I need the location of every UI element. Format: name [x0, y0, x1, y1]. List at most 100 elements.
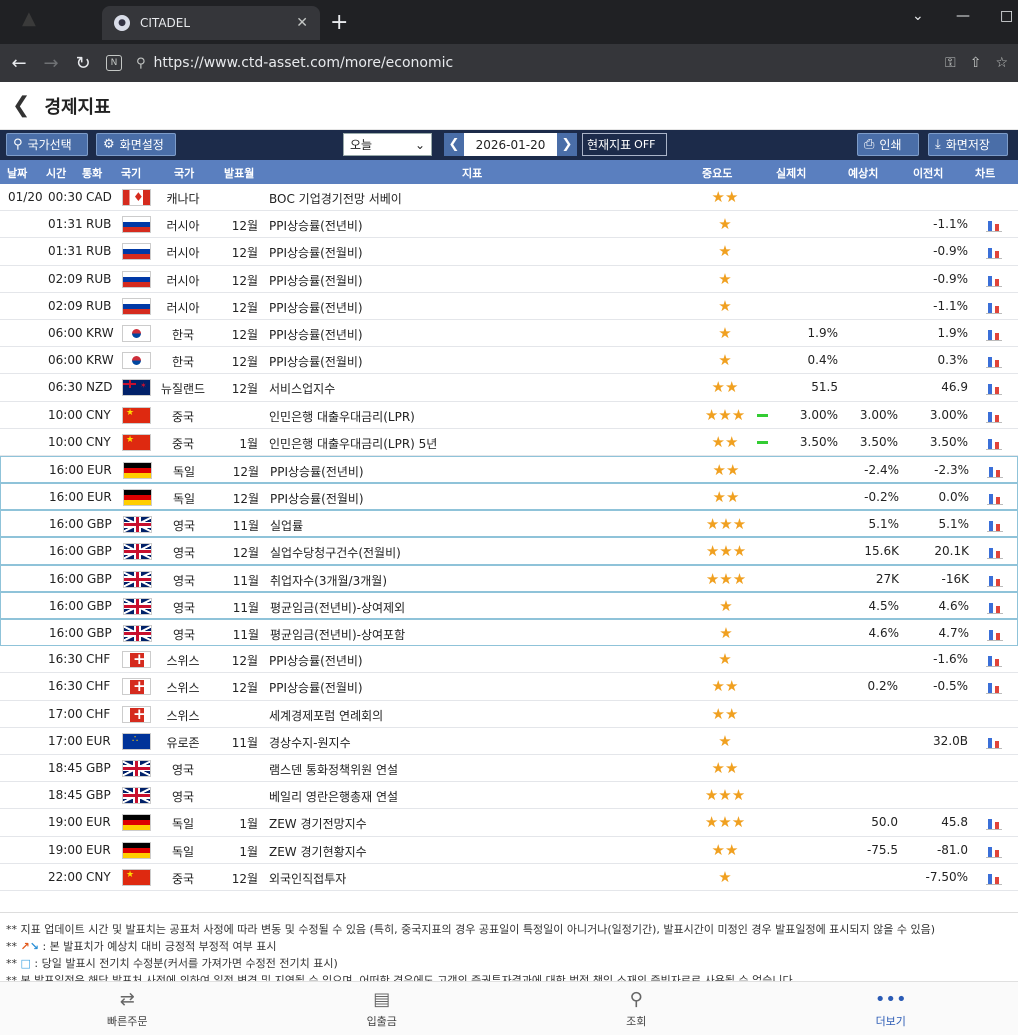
tab-search-icon[interactable]: ⌄ — [912, 8, 924, 24]
row-country: 영국 — [171, 762, 195, 777]
chart-icon[interactable] — [986, 869, 1004, 886]
close-tab-icon[interactable]: ✕ — [296, 15, 308, 31]
table-row[interactable]: 16:00 GBP 영국 12월 실업수당청구건수(전월비) ★★★ 15.6K 20.1K — [0, 537, 1018, 565]
table-row[interactable]: 16:30CHF 스위스 12월 PPI상승률(전년비) ★ -1.6% — [0, 646, 1018, 674]
page-back-icon[interactable]: ❮ — [12, 93, 30, 118]
row-indicator: PPI상승률(전년비) — [269, 654, 363, 669]
chart-icon[interactable] — [987, 462, 1005, 479]
table-row[interactable]: 06:00 KRW 한국 12월 PPI상승률(전월비) ★ 0.4% 0.3% — [0, 347, 1018, 375]
table-row[interactable]: 16:00 GBP 영국 11월 평균임금(전년비)-상여제외 ★ 4.5% 4.6% — [0, 591, 1018, 619]
row-month: 12월 — [231, 382, 258, 397]
screen-settings-button[interactable]: ⚙ 화면설정 — [96, 133, 176, 156]
chart-icon[interactable] — [986, 352, 1004, 369]
table-row[interactable]: 19:00 EUR 독일 1월 ZEW 경기현황지수 ★★ -75.5 -81.0 — [0, 837, 1018, 864]
table-row[interactable]: 10:00CNY 중국 1월 인민은행 대출우대금리(LPR) 5년 ★★ 3.50% 3.… — [0, 429, 1018, 456]
nav-inquiry[interactable]: ⚲ 조회 — [509, 982, 764, 1035]
chart-icon[interactable] — [986, 271, 1004, 288]
row-country: 유로존 — [166, 735, 200, 750]
row-indicator: 베일리 영란은행총재 연설 — [269, 790, 399, 805]
site-info-icon[interactable]: ⚲ — [136, 56, 146, 71]
table-row[interactable]: 18:45 GBP 영국 램스덴 통화정책위원 연설 ★★ — [0, 755, 1018, 783]
key-icon[interactable]: ⚿ — [945, 55, 956, 71]
table-row[interactable]: 16:00 GBP 영국 11월 취업자수(3개월/3개월) ★★★ 27K -16K — [0, 564, 1018, 592]
chart-icon[interactable] — [986, 678, 1004, 695]
chart-icon[interactable] — [987, 598, 1005, 615]
maximize-icon[interactable]: □ — [1000, 8, 1013, 24]
row-country: 영국 — [172, 573, 196, 588]
reload-icon[interactable]: ↻ — [74, 53, 92, 74]
extension-n-icon[interactable]: N — [106, 55, 122, 71]
table-row[interactable]: 19:00 EUR 독일 1월 ZEW 경기전망지수 ★★★ 50.0 45.8 — [0, 809, 1018, 837]
chart-icon[interactable] — [986, 434, 1004, 451]
table-row[interactable]: 16:00 GBP 영국 11월 실업률 ★★★ 5.1% 5.1% — [0, 510, 1018, 538]
header-month: 발표월 — [224, 167, 255, 180]
row-currency: CAD — [86, 190, 112, 204]
url-field[interactable]: https://www.ctd-asset.com/more/economic — [154, 55, 932, 71]
row-time: 10:00 — [48, 407, 83, 422]
chart-icon[interactable] — [987, 571, 1005, 588]
row-time: 19:00 — [48, 842, 83, 857]
row-month: 12월 — [232, 546, 259, 561]
browser-tab[interactable]: ● CITADEL ✕ — [102, 6, 320, 40]
prev-date-button[interactable]: ❮ — [444, 133, 464, 156]
row-indicator: 경상수지-원지수 — [269, 735, 351, 750]
table-row[interactable]: 18:45 GBP 영국 베일리 영란은행총재 연설 ★★★ — [0, 782, 1018, 810]
date-value[interactable]: 2026-01-20 — [464, 138, 557, 152]
nav-quick-order[interactable]: ⇄ 빠른주문 — [0, 982, 255, 1035]
print-button[interactable]: ⎙ 인쇄 — [857, 133, 919, 156]
chart-icon[interactable] — [987, 489, 1005, 506]
current-indicator-toggle[interactable]: 현재지표 OFF — [582, 133, 667, 156]
chart-icon[interactable] — [986, 325, 1004, 342]
nav-quick-order-label: 빠른주문 — [107, 1014, 148, 1028]
nav-deposit[interactable]: ▤ 입출금 — [255, 982, 510, 1035]
nav-more[interactable]: ••• 더보기 — [764, 982, 1018, 1035]
row-currency: CNY — [86, 407, 111, 422]
share-icon[interactable]: ⇧ — [970, 55, 982, 71]
table-row[interactable]: 06:00 KRW 한국 12월 PPI상승률(전년비) ★ 1.9% 1.9% — [0, 320, 1018, 348]
importance-stars: ★★★ — [705, 569, 747, 588]
period-select[interactable]: 오늘 ⌄ — [343, 133, 432, 156]
table-row[interactable]: 17:00CHF 스위스 세계경제포럼 연례회의 ★★ — [0, 701, 1018, 728]
row-time: 16:00 — [49, 598, 84, 613]
table-row[interactable]: 16:00 GBP 영국 11월 평균임금(전년비)-상여포함 ★ 4.6% 4.7% — [0, 619, 1018, 647]
row-month: 12월 — [231, 681, 258, 696]
country-select-button[interactable]: ⚲ 국가선택 — [6, 133, 88, 156]
chart-icon[interactable] — [986, 298, 1004, 315]
flag-de-icon — [122, 841, 151, 859]
new-tab-icon[interactable]: + — [330, 10, 348, 35]
table-row[interactable]: 22:00CNY 중국 12월 외국인직접투자 ★ -7.50% — [0, 864, 1018, 891]
chart-icon[interactable] — [986, 407, 1004, 424]
table-row[interactable]: 17:00EUR 유로존 11월 경상수지-원지수 ★ 32.0B — [0, 728, 1018, 755]
minimize-icon[interactable]: — — [956, 8, 970, 24]
table-row[interactable]: 16:00 EUR 독일 12월 PPI상승률(전년비) ★★ -2.4% -2.3% — [0, 455, 1018, 484]
chart-icon[interactable] — [986, 814, 1004, 831]
chart-icon[interactable] — [986, 842, 1004, 859]
chart-icon[interactable] — [986, 243, 1004, 260]
next-date-button[interactable]: ❯ — [557, 133, 577, 156]
chart-icon[interactable] — [987, 543, 1005, 560]
back-icon[interactable]: ← — [10, 53, 28, 74]
table-row[interactable]: 02:09 RUB 러시아 12월 PPI상승률(전월비) ★ -0.9% — [0, 266, 1018, 293]
table-row[interactable]: 06:30NZD 뉴질랜드 12월 서비스업지수 ★★ 51.5 46.9 — [0, 374, 1018, 402]
table-row[interactable]: 16:30CHF 스위스 12월 PPI상승률(전월비) ★★ 0.2% -0.5% — [0, 673, 1018, 701]
table-row[interactable]: 01:31 RUB 러시아 12월 PPI상승률(전월비) ★ -0.9% — [0, 238, 1018, 266]
table-row[interactable]: 02:09 RUB 러시아 12월 PPI상승률(전년비) ★ -1.1% — [0, 293, 1018, 320]
row-previous: 3.00% — [929, 407, 968, 422]
chart-icon[interactable] — [987, 625, 1005, 642]
importance-stars: ★★ — [711, 704, 739, 723]
table-row[interactable]: 01:31 RUB 러시아 12월 PPI상승률(전년비) ★ -1.1% — [0, 211, 1018, 239]
forward-icon[interactable]: → — [42, 53, 60, 74]
row-indicator: 취업자수(3개월/3개월) — [270, 573, 387, 588]
chart-icon[interactable] — [986, 379, 1004, 396]
table-row[interactable]: 16:00 EUR 독일 12월 PPI상승률(전월비) ★★ -0.2% 0.0% — [0, 483, 1018, 511]
bookmark-star-icon[interactable]: ☆ — [995, 55, 1008, 71]
table-row[interactable]: 10:00CNY 중국 인민은행 대출우대금리(LPR) ★★★ 3.00% 3.00% 3… — [0, 402, 1018, 429]
table-header: 날짜 시간 통화 국기 국가 발표월 지표 중요도 실제치 예상치 이전치 차트 — [0, 160, 1018, 184]
row-currency: GBP — [87, 544, 112, 559]
chart-icon[interactable] — [987, 516, 1005, 533]
chart-icon[interactable] — [986, 651, 1004, 668]
save-screen-button[interactable]: ⤓ 화면저장 — [928, 133, 1008, 156]
chart-icon[interactable] — [986, 216, 1004, 233]
table-row[interactable]: 01/20 00:30CAD 캐나다 BOC 기업경기전망 서베이 ★★ — [0, 184, 1018, 212]
chart-icon[interactable] — [986, 733, 1004, 750]
